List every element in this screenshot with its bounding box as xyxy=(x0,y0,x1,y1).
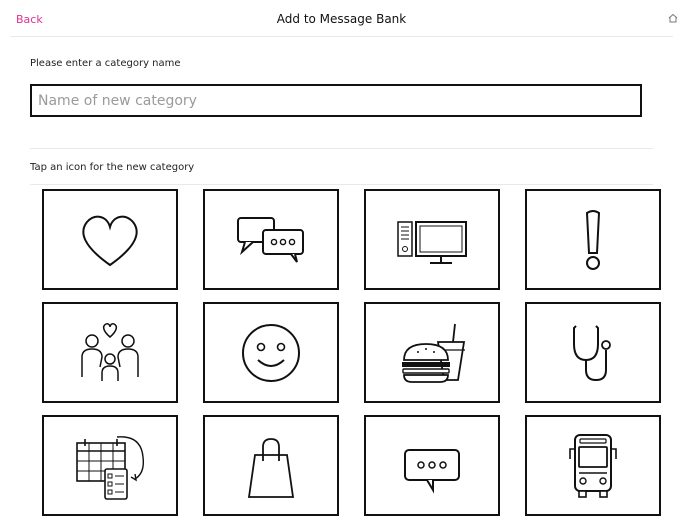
icon-tile-bag[interactable] xyxy=(203,415,339,516)
icon-tile-chat[interactable] xyxy=(203,189,339,290)
exclamation-icon xyxy=(585,209,601,270)
top-bar: Back Add to Message Bank xyxy=(0,0,683,38)
icon-tile-bus[interactable] xyxy=(525,415,661,516)
shopping-bag-icon xyxy=(247,437,295,498)
category-name-input[interactable] xyxy=(30,84,642,117)
icon-tile-heart[interactable] xyxy=(42,189,178,290)
speech-bubble-icon xyxy=(404,448,460,494)
heart-icon xyxy=(82,215,138,266)
category-name-label: Please enter a category name xyxy=(30,58,181,69)
icon-tile-smiley[interactable] xyxy=(203,302,339,403)
icon-tile-food[interactable] xyxy=(364,302,500,403)
stethoscope-icon xyxy=(573,324,611,381)
icon-tile-family[interactable] xyxy=(42,302,178,403)
icon-picker-label: Tap an icon for the new category xyxy=(30,162,195,173)
television-icon xyxy=(397,220,467,264)
chat-bubbles-icon xyxy=(237,216,304,263)
icon-tile-exclamation[interactable] xyxy=(525,189,661,290)
section-divider-2 xyxy=(30,184,653,185)
icon-tile-tv[interactable] xyxy=(364,189,500,290)
icon-tile-speech[interactable] xyxy=(364,415,500,516)
family-icon xyxy=(81,322,139,381)
header-divider xyxy=(10,36,673,37)
home-icon[interactable] xyxy=(667,12,679,24)
page-title: Add to Message Bank xyxy=(276,12,407,26)
icon-tile-stethoscope[interactable] xyxy=(525,302,661,403)
calendar-checklist-icon xyxy=(76,435,145,500)
smiley-icon xyxy=(242,323,300,382)
icon-tile-calendar[interactable] xyxy=(42,415,178,516)
bus-icon xyxy=(569,433,617,498)
section-divider xyxy=(30,148,653,149)
fast-food-icon xyxy=(402,323,466,383)
